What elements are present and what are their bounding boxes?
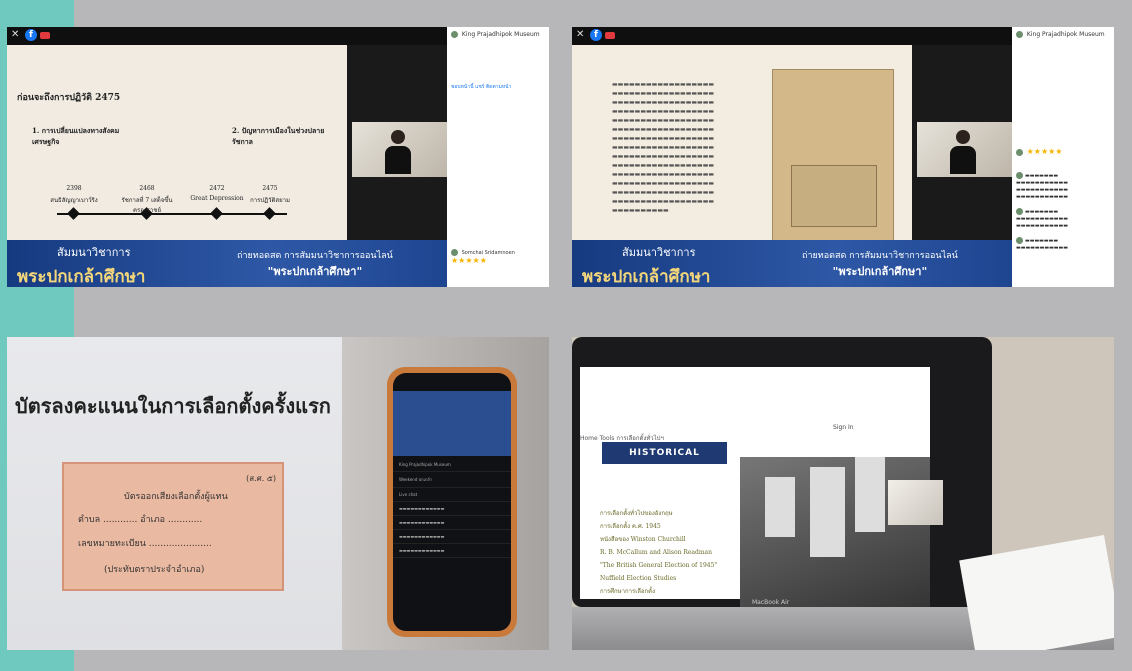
- laptop-label: MacBook Air: [752, 599, 790, 606]
- timeline-label: สนธิสัญญาเบาว์ริง: [50, 197, 98, 204]
- building-illustration: [791, 165, 877, 227]
- comment-thread: ▬▬▬▬▬▬▬ ▬▬▬▬▬▬▬▬▬▬▬ ▬▬▬▬▬▬▬▬▬▬▬ ▬▬▬▬▬▬▬▬▬▬▬…: [1016, 172, 1068, 251]
- share-button[interactable]: แชร์: [475, 84, 484, 90]
- photo-livestream-slide-1: ✕ f ก่อนจะถึงการปฏิวัติ 2475 1. การเปลี่…: [7, 27, 549, 287]
- close-icon[interactable]: ✕: [11, 29, 19, 40]
- timeline-marker: [210, 207, 223, 220]
- live-badge: [40, 32, 50, 39]
- presentation-slide: ก่อนจะถึงการปฏิวัติ 2475 1. การเปลี่ยนแป…: [7, 45, 347, 240]
- banner-caption: ถ่ายทอดสด การสัมมนาวิชาการออนไลน์: [802, 251, 958, 261]
- ballot-code: (ส.ศ. ๕): [246, 474, 276, 483]
- ballot-line: เลขหมายทะเบียน ......................: [78, 539, 212, 549]
- feed-item: King Prajadhipok Museum: [393, 458, 511, 472]
- phone-background: King Prajadhipok Museum Weekend ปกเกล้า …: [342, 337, 549, 650]
- speaker-webcam: [352, 122, 447, 177]
- photo-ballot-and-phone: บัตรลงคะแนนในการเลือกตั้งครั้งแรก (ส.ศ. …: [7, 337, 549, 650]
- timeline-year: 2398: [66, 185, 82, 192]
- bullet-item: Nuffield Election Studies: [600, 575, 677, 582]
- laptop-screen: Sign In Home Tools การเลือกตั้งทั่วไปฯ H…: [580, 367, 943, 632]
- banner-brand: พระปกเกล้าศึกษา: [582, 267, 711, 287]
- banner-event: "พระปกเกล้าศึกษา": [267, 265, 363, 278]
- slide-point-2: 2. ปัญหาการเมืองในช่วงปลายรัชกาล: [232, 126, 325, 146]
- speaker-webcam: [917, 122, 1012, 177]
- like-page-button[interactable]: ชอบหน้านี้: [451, 84, 474, 90]
- feed-item: Live chat: [393, 488, 511, 502]
- close-icon[interactable]: ✕: [576, 29, 584, 40]
- bullet-item: R. B. McCallum and Alison Readman: [600, 549, 712, 556]
- timeline-marker: [263, 207, 276, 220]
- commenter-avatar: [1016, 149, 1023, 156]
- bullet-item: การเลือกตั้ง ค.ศ. 1945: [600, 523, 661, 530]
- banner-brand: พระปกเกล้าศึกษา: [17, 267, 146, 287]
- timeline-label: การปฏิวัติสยาม: [250, 197, 290, 204]
- timeline-year: 2475: [262, 185, 278, 192]
- speaker: [950, 130, 976, 176]
- presentation-slide: ▬▬▬▬▬▬▬▬▬▬▬▬▬▬▬▬▬▬ ▬▬▬▬▬▬▬▬▬▬▬▬▬▬▬▬▬▬ ▬▬▬▬…: [572, 45, 912, 251]
- facebook-icon: f: [25, 29, 37, 41]
- timeline-marker: [67, 207, 80, 220]
- photo-livestream-slide-2: ✕ f ▬▬▬▬▬▬▬▬▬▬▬▬▬▬▬▬▬▬ ▬▬▬▬▬▬▬▬▬▬▬▬▬▬▬▬▬▬…: [572, 27, 1114, 287]
- browser-topbar: ✕ f: [572, 27, 1012, 45]
- facebook-sidebar: King Prajadhipok Museum ★★★★★ ▬▬▬▬▬▬▬ ▬▬▬…: [1012, 27, 1114, 287]
- page-name[interactable]: King Prajadhipok Museum: [1027, 31, 1105, 38]
- timeline-year: 2468: [139, 185, 155, 192]
- banner-event: "พระปกเกล้าศึกษา": [832, 265, 928, 278]
- bullet-item: การศึกษาการเลือกตั้ง: [600, 588, 656, 595]
- bullet-item: "The British General Election of 1945": [600, 562, 718, 569]
- timeline-label: Great Depression: [190, 195, 244, 202]
- feed-item: Weekend ปกเกล้า: [393, 472, 511, 488]
- timeline-year: 2472: [209, 185, 225, 192]
- ballot-slide: บัตรลงคะแนนในการเลือกตั้งครั้งแรก (ส.ศ. …: [7, 337, 342, 650]
- ballot-heading: บัตรลงคะแนนในการเลือกตั้งครั้งแรก: [15, 394, 331, 418]
- banner-subtitle: สัมมนาวิชาการ: [622, 246, 696, 259]
- page-avatar: [1016, 31, 1023, 38]
- commenter-avatar: [451, 249, 458, 256]
- historic-document-image: [772, 69, 894, 251]
- seminar-banner: สัมมนาวิชาการ พระปกเกล้าศึกษา ถ่ายทอดสด …: [7, 240, 447, 287]
- bullet-item: การเลือกตั้งทั่วไปของอังกฤษ: [600, 510, 673, 517]
- facebook-sidebar: King Prajadhipok Museum ชอบหน้านี้ แชร์ …: [447, 27, 549, 287]
- slide-point-1: 1. การเปลี่ยนแปลงทางสังคมเศรษฐกิจ: [32, 126, 120, 146]
- slide-heading: HISTORICAL APPROACH: [602, 442, 727, 480]
- banner-caption: ถ่ายทอดสด การสัมมนาวิชาการออนไลน์: [237, 251, 393, 261]
- banner-subtitle: สัมมนาวิชาการ: [57, 246, 131, 259]
- ballot-line: บัตรออกเสียงเลือกตั้งผู้แทน: [124, 492, 228, 502]
- smartphone: King Prajadhipok Museum Weekend ปกเกล้า …: [387, 367, 517, 637]
- browser-topbar: ✕ f: [7, 27, 447, 45]
- document-text-block: ▬▬▬▬▬▬▬▬▬▬▬▬▬▬▬▬▬▬ ▬▬▬▬▬▬▬▬▬▬▬▬▬▬▬▬▬▬ ▬▬▬▬…: [612, 81, 715, 214]
- slide-title: ก่อนจะถึงการปฏิวัติ 2475: [17, 93, 121, 103]
- bullet-item: หนังสือของ Winston Churchill: [600, 536, 686, 543]
- facebook-icon: f: [590, 29, 602, 41]
- star-rating: ★★★★★: [451, 256, 487, 265]
- ballot-line: (ประทับตราประจำอำเภอ): [104, 565, 205, 575]
- seminar-banner: สัมมนาวิชาการ พระปกเกล้าศึกษา ถ่ายทอดสด …: [572, 240, 1012, 287]
- star-rating: ★★★★★: [1026, 147, 1063, 156]
- live-badge: [605, 32, 615, 39]
- speaker-webcam: [888, 480, 943, 525]
- photo-laptop-presentation: Sign In Home Tools การเลือกตั้งทั่วไปฯ H…: [572, 337, 1114, 650]
- speaker: [385, 130, 411, 176]
- first-election-ballot: (ส.ศ. ๕) บัตรออกเสียงเลือกตั้งผู้แทน ตำบ…: [62, 462, 284, 591]
- phone-comment-feed: King Prajadhipok Museum Weekend ปกเกล้า …: [393, 458, 511, 558]
- phone-video-stream: [393, 391, 511, 456]
- phone-screen: King Prajadhipok Museum Weekend ปกเกล้า …: [393, 373, 511, 631]
- follow-button[interactable]: ติดตามหน้า: [486, 84, 511, 90]
- page-avatar: [451, 31, 458, 38]
- sign-in-link[interactable]: Sign In: [833, 424, 854, 431]
- slide-bullets: การเลือกตั้งทั่วไปของอังกฤษ การเลือกตั้ง…: [600, 507, 750, 598]
- laptop: Sign In Home Tools การเลือกตั้งทั่วไปฯ H…: [572, 337, 992, 632]
- timeline-label: รัชกาลที่ 7 เสด็จขึ้นครองราชย์: [121, 197, 173, 214]
- ballot-line: ตำบล ............ อำเภอ ............: [78, 515, 203, 525]
- page-name[interactable]: King Prajadhipok Museum: [462, 31, 540, 38]
